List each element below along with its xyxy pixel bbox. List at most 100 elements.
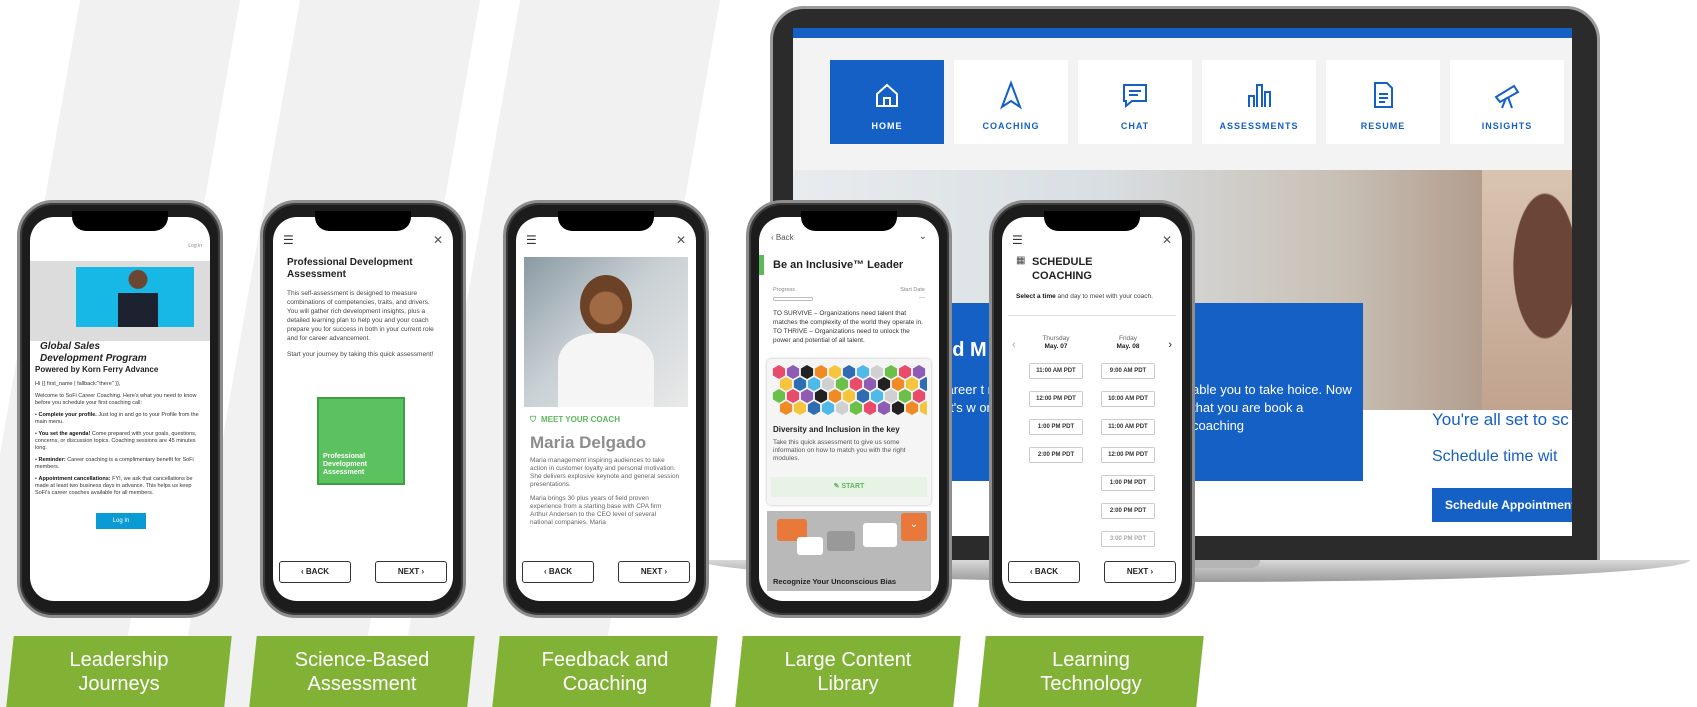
next-button[interactable]: NEXT › bbox=[1104, 561, 1176, 583]
hexagon-shape bbox=[891, 377, 905, 391]
schedule-appointment-button[interactable]: Schedule Appointment bbox=[1432, 488, 1572, 522]
program-title-line: Development Program bbox=[40, 353, 147, 364]
nav-tile-coaching[interactable]: COACHING bbox=[954, 60, 1068, 144]
time-slot[interactable]: 9:00 AM PDT bbox=[1101, 363, 1155, 379]
nav-label: INSIGHTS bbox=[1481, 121, 1533, 131]
close-icon[interactable]: ✕ bbox=[676, 233, 686, 247]
time-slot[interactable]: 2:00 PM PDT bbox=[1029, 447, 1083, 463]
caption-text: Science-Based Assessment bbox=[294, 649, 430, 695]
caption-large-content-library: Large Content Library bbox=[735, 636, 961, 707]
bar-chart-icon bbox=[1248, 84, 1271, 107]
hexagon-shape bbox=[835, 401, 849, 415]
description-paragraph: Start your journey by taking this quick … bbox=[287, 351, 434, 358]
list-item: • You set the agenda! Come prepared with… bbox=[35, 431, 197, 451]
back-button[interactable]: ‹ BACK bbox=[279, 561, 351, 583]
hexagon-shape bbox=[828, 389, 842, 403]
time-slot[interactable]: 11:00 AM PDT bbox=[1029, 363, 1083, 379]
time-slot[interactable]: 1:00 PM PDT bbox=[1101, 475, 1155, 491]
nav-tile-chat[interactable]: CHAT bbox=[1078, 60, 1192, 144]
main-nav: HOME COACHING CHAT ASSESSMENTS RESUME IN… bbox=[793, 38, 1572, 170]
time-slot[interactable]: 12:00 PM PDT bbox=[1029, 391, 1083, 407]
menu-icon[interactable]: ☰ bbox=[1012, 233, 1023, 247]
nav-tile-home[interactable]: HOME bbox=[830, 60, 944, 144]
chevron-down-icon[interactable]: ⌄ bbox=[919, 231, 927, 242]
hexagon-shape bbox=[870, 365, 884, 379]
phone-screen: Log in Global Sales Development Program … bbox=[30, 217, 210, 601]
module-card-2-title: Recognize Your Unconscious Bias bbox=[773, 577, 897, 586]
caption-text: Learning Technology bbox=[1040, 649, 1142, 695]
hero-photo bbox=[30, 261, 210, 341]
all-set-heading: You're all set to sc bbox=[1432, 410, 1569, 429]
hexagon-shape bbox=[835, 377, 849, 391]
hexagon-shape bbox=[800, 389, 814, 403]
phone-leadership: Log in Global Sales Development Program … bbox=[17, 200, 223, 618]
menu-icon[interactable]: ☰ bbox=[283, 233, 294, 247]
hexagon-pattern-image bbox=[772, 365, 927, 415]
assessment-card[interactable]: Professional Development Assessment bbox=[317, 397, 405, 485]
time-slot[interactable]: 1:00 PM PDT bbox=[1029, 419, 1083, 435]
chevron-left-icon[interactable]: ‹ bbox=[1012, 339, 1016, 351]
start-date-label: Start Date bbox=[900, 287, 925, 293]
caption-leadership-journeys: Leadership Journeys bbox=[6, 636, 232, 707]
nav-tile-assessments[interactable]: ASSESSMENTS bbox=[1202, 60, 1316, 144]
nav-tile-resume[interactable]: RESUME bbox=[1326, 60, 1440, 144]
meet-your-coach-label: ⛉ MEET YOUR COACH bbox=[530, 415, 620, 424]
close-icon[interactable]: ✕ bbox=[1162, 233, 1172, 247]
nav-label: HOME bbox=[871, 121, 903, 131]
assessment-title: Professional Development Assessment bbox=[287, 257, 413, 280]
time-slot[interactable]: 3:00 PM PDT bbox=[1101, 531, 1155, 547]
phone-notch bbox=[315, 211, 411, 231]
hexagon-shape bbox=[905, 377, 919, 391]
speech-bubble-image bbox=[827, 531, 855, 551]
time-slot[interactable]: 12:00 PM PDT bbox=[1101, 447, 1155, 463]
time-slot[interactable]: 10:00 AM PDT bbox=[1101, 391, 1155, 407]
back-link[interactable]: ‹ Back bbox=[771, 233, 794, 242]
coach-head bbox=[580, 275, 632, 335]
back-button[interactable]: ‹ BACK bbox=[522, 561, 594, 583]
phone-coaching: ☰ ✕ ⛉ MEET YOUR COACH Maria Delgado Maria… bbox=[503, 200, 709, 618]
hexagon-shape bbox=[807, 401, 821, 415]
phone-notch bbox=[558, 211, 654, 231]
hexagon-shape bbox=[877, 377, 891, 391]
time-slot[interactable]: 11:00 AM PDT bbox=[1101, 419, 1155, 435]
nav-tile-insights[interactable]: INSIGHTS bbox=[1450, 60, 1564, 144]
bio-paragraph: Maria brings 30 plus years of field prov… bbox=[530, 495, 662, 526]
hexagon-shape bbox=[800, 365, 814, 379]
hexagon-shape bbox=[856, 389, 870, 403]
assessment-card-label: Professional Development Assessment bbox=[323, 453, 367, 476]
time-slot[interactable]: 2:00 PM PDT bbox=[1101, 503, 1155, 519]
login-link[interactable]: Log in bbox=[188, 243, 202, 249]
next-button[interactable]: NEXT › bbox=[375, 561, 447, 583]
phone-notch bbox=[72, 211, 168, 231]
speech-bubble-image bbox=[797, 537, 823, 555]
login-button[interactable]: Log In bbox=[96, 513, 146, 529]
caption-text: Leadership Journeys bbox=[69, 649, 169, 695]
chat-icon bbox=[1123, 84, 1147, 109]
start-button[interactable]: ✎ START bbox=[771, 477, 927, 497]
panel-text-right: able you to take hoice. Now that you are… bbox=[1192, 382, 1352, 433]
back-button[interactable]: ‹ BACK bbox=[1008, 561, 1080, 583]
hexagon-shape bbox=[891, 401, 905, 415]
hexagon-shape bbox=[828, 365, 842, 379]
caption-learning-technology: Learning Technology bbox=[978, 636, 1204, 707]
hexagon-shape bbox=[807, 377, 821, 391]
description-paragraph: This self-assessment is designed to meas… bbox=[287, 290, 434, 342]
navigation-buttons: ‹ BACK NEXT › bbox=[279, 561, 447, 585]
module-card-2[interactable]: ⌄ Recognize Your Unconscious Bias bbox=[767, 511, 931, 591]
chevron-down-icon[interactable]: ⌄ bbox=[901, 513, 927, 541]
close-icon[interactable]: ✕ bbox=[433, 233, 443, 247]
menu-icon[interactable]: ☰ bbox=[526, 233, 537, 247]
hexagon-shape bbox=[905, 401, 919, 415]
nav-label: COACHING bbox=[982, 121, 1040, 131]
caption-text: Feedback and Coaching bbox=[541, 649, 669, 695]
coach-bio: Maria management inspiring audiences to … bbox=[530, 457, 680, 533]
hexagon-shape bbox=[821, 401, 835, 415]
hexagon-shape bbox=[772, 365, 786, 379]
hexagon-shape bbox=[779, 377, 793, 391]
chevron-right-icon[interactable]: › bbox=[1168, 339, 1172, 351]
hexagon-shape bbox=[786, 365, 800, 379]
next-button[interactable]: NEXT › bbox=[618, 561, 690, 583]
hexagon-shape bbox=[842, 365, 856, 379]
module-card[interactable]: Diversity and Inclusion in the key Take … bbox=[767, 359, 931, 505]
welcome-text: Welcome to SoFi Career Coaching. Here's … bbox=[35, 393, 197, 406]
